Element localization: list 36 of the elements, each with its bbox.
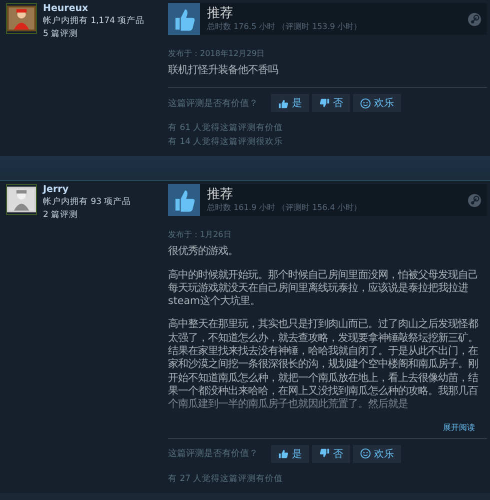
no-button[interactable]: 否 bbox=[312, 94, 350, 112]
thumbs-down-icon bbox=[319, 448, 330, 460]
review-text: 高中的时候就开始玩。那个时候自己房间里面没网，怕被父母发现自己每天玩游戏就没天在自己房间里离线玩泰拉，应该说是泰拉把我拉进steam这个大坑里。 bbox=[168, 268, 479, 308]
author-name[interactable]: Jerry bbox=[43, 184, 132, 196]
smiley-icon bbox=[360, 98, 371, 109]
playtime-text: 总时数 161.9 小时 （评测时 156.4 小时） bbox=[207, 202, 363, 214]
posted-date: 发布于：1月26日 bbox=[168, 229, 232, 240]
no-button[interactable]: 否 bbox=[312, 444, 350, 463]
product-count[interactable]: 帐户内拥有 1,174 项产品 bbox=[43, 15, 145, 27]
smiley-icon bbox=[360, 448, 371, 460]
funny-button[interactable]: 欢乐 bbox=[353, 444, 401, 463]
product-count[interactable]: 帐户内拥有 93 项产品 bbox=[43, 196, 132, 208]
thumbs-up-icon bbox=[278, 98, 289, 109]
review-text: 联机打怪升装备他不香吗 bbox=[168, 64, 279, 78]
author-name[interactable]: Heureux bbox=[43, 3, 145, 14]
helpful-prompt: 这篇评测是否有价值？ bbox=[168, 98, 258, 110]
vote-summary: 有 14 人觉得这篇评测很欢乐 bbox=[168, 136, 284, 148]
review-text: 高中整天在那里玩，其实也只是打到肉山而已。过了肉山之后发现怪都太强了，不知道怎么办，就去查攻略，发现要拿神锤敲祭坛挖新三矿。结果在家里找来找去没有神锤，哈哈我就自闭了。于是从此不出门，在家和沙漠之间挖一条很深很长的沟，规划建个空中楼阁和南瓜房子。刚开始不知道南瓜怎么种，就把一个南瓜放在地上，看上去很像幼苗，结果一个都没种出来哈哈，在网上又没找到南瓜怎么种的攻略。我那几百个南瓜建到一半的南瓜房子也就因此荒置了。然后就是 bbox=[168, 318, 479, 412]
vote-summary: 有 27 人觉得这篇评测有价值 bbox=[168, 472, 284, 485]
verdict-label: 推荐 bbox=[207, 187, 234, 202]
steam-icon bbox=[468, 12, 481, 26]
yes-button[interactable]: 是 bbox=[271, 94, 309, 112]
review-count[interactable]: 5 篇评测 bbox=[43, 28, 145, 40]
read-more-link[interactable]: 展开阅读 bbox=[443, 422, 475, 433]
thumbs-up-icon bbox=[278, 448, 289, 460]
vote-summary: 有 61 人觉得这篇评测有价值 bbox=[168, 122, 284, 134]
verdict-label: 推荐 bbox=[207, 6, 234, 21]
playtime-text: 总时数 176.5 小时 （评测时 153.9 小时） bbox=[207, 21, 363, 32]
steam-icon bbox=[468, 194, 481, 207]
yes-button[interactable]: 是 bbox=[271, 444, 309, 463]
helpful-prompt: 这篇评测是否有价值？ bbox=[168, 448, 258, 460]
posted-date: 发布于：2018年12月29日 bbox=[168, 48, 265, 59]
thumbs-down-icon bbox=[319, 98, 330, 109]
funny-button[interactable]: 欢乐 bbox=[353, 94, 401, 112]
review-text: 很优秀的游戏。 bbox=[168, 245, 239, 259]
review-count[interactable]: 2 篇评测 bbox=[43, 209, 132, 222]
